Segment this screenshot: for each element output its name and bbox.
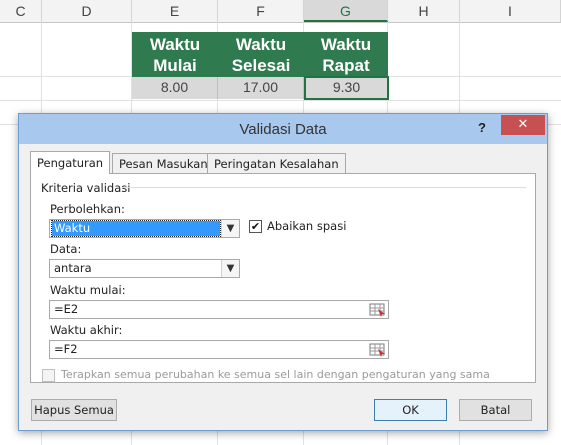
end-time-input[interactable]: =F2: [49, 340, 389, 359]
help-button[interactable]: ?: [472, 118, 492, 138]
ignore-blank-checkbox[interactable]: ✔: [249, 220, 262, 233]
start-time-label: Waktu mulai:: [50, 283, 126, 297]
grid-line: [0, 100, 561, 101]
cell-e2[interactable]: 8.00: [132, 77, 218, 99]
start-time-input[interactable]: =E2: [49, 300, 389, 319]
ignore-blank-label[interactable]: Abaikan spasi: [267, 219, 346, 233]
column-header-h[interactable]: H: [388, 0, 460, 22]
column-header-d[interactable]: D: [42, 0, 132, 22]
cancel-button[interactable]: Batal: [459, 399, 532, 421]
data-dropdown[interactable]: antara ▼: [49, 259, 240, 278]
allow-dropdown[interactable]: Waktu ▼: [49, 219, 240, 238]
ok-button[interactable]: OK: [374, 399, 447, 421]
cell-e1[interactable]: Waktu Mulai: [132, 32, 218, 77]
close-button[interactable]: ✕: [501, 115, 545, 135]
cell-f1[interactable]: Waktu Selesai: [218, 32, 304, 77]
range-select-icon[interactable]: [369, 302, 387, 317]
chevron-down-icon[interactable]: ▼: [221, 220, 239, 237]
column-header-row: C D E F G H I: [0, 0, 561, 23]
data-label: Data:: [50, 242, 82, 256]
tab-error-alert[interactable]: Peringatan Kesalahan: [207, 153, 346, 173]
start-time-value: =E2: [54, 302, 79, 316]
end-time-value: =F2: [54, 342, 78, 356]
tab-settings[interactable]: Pengaturan: [30, 151, 111, 174]
cell-g1-line2: Rapat: [322, 56, 370, 75]
chevron-down-icon[interactable]: ▼: [221, 260, 239, 277]
cell-f1-line1: Waktu: [235, 35, 287, 54]
column-header-i[interactable]: I: [460, 0, 561, 22]
tab-input-message[interactable]: Pesan Masukan: [112, 153, 215, 173]
cell-g2-active[interactable]: 9.30: [304, 76, 389, 100]
end-time-label: Waktu akhir:: [50, 323, 123, 337]
apply-all-checkbox[interactable]: [42, 369, 55, 382]
column-header-c[interactable]: C: [0, 0, 42, 22]
apply-all-label: Terapkan semua perubahan ke semua sel la…: [61, 368, 490, 381]
dialog-titlebar[interactable]: Validasi Data ? ✕: [19, 114, 547, 144]
cell-g1[interactable]: Waktu Rapat: [304, 32, 388, 77]
cell-e1-line2: Mulai: [153, 56, 197, 75]
cell-f2[interactable]: 17.00: [218, 77, 304, 99]
allow-dropdown-value: Waktu: [51, 220, 221, 237]
column-header-e[interactable]: E: [132, 0, 218, 22]
clear-all-button[interactable]: Hapus Semua: [31, 399, 117, 421]
group-label: Kriteria validasi: [41, 181, 131, 195]
allow-label: Perbolehkan:: [50, 202, 125, 216]
data-validation-dialog: Validasi Data ? ✕ Pengaturan Pesan Masuk…: [18, 113, 548, 431]
range-select-icon[interactable]: [369, 342, 387, 357]
dialog-title: Validasi Data: [239, 121, 327, 138]
group-divider: [122, 187, 526, 188]
cell-e1-line1: Waktu: [149, 35, 201, 54]
column-header-f[interactable]: F: [218, 0, 304, 22]
cell-f1-line2: Selesai: [231, 56, 291, 75]
data-dropdown-value: antara: [54, 261, 92, 275]
column-header-g[interactable]: G: [304, 0, 388, 22]
cell-g1-line1: Waktu: [320, 35, 372, 54]
